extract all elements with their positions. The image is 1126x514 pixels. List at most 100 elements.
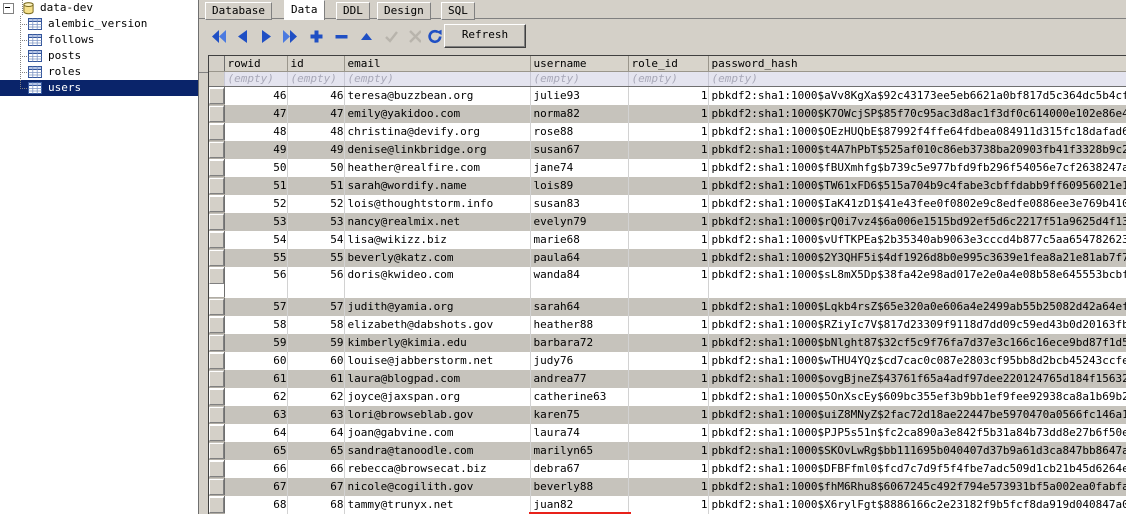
cell-username[interactable]: susan67: [530, 140, 629, 159]
cell-role_id[interactable]: 1: [628, 297, 709, 316]
row-selector-cell[interactable]: [209, 333, 225, 352]
tab-ddl[interactable]: DDL: [336, 2, 370, 20]
row-selector-cell[interactable]: [209, 212, 225, 231]
row-selector-cell[interactable]: [209, 351, 225, 370]
table-row[interactable]: 60 60 louise@jabberstorm.net judy76 1 pbkdf2:…: [209, 351, 1126, 370]
cell-username[interactable]: karen75: [530, 405, 629, 424]
cell-username[interactable]: catherine63: [530, 387, 629, 406]
grid-header-rowid[interactable]: rowid: [224, 56, 288, 72]
table-row[interactable]: 53 53 nancy@realmix.net evelyn79 1 pbkdf2:sha…: [209, 212, 1126, 231]
cell-id[interactable]: 48: [287, 122, 345, 141]
row-marker[interactable]: [209, 106, 223, 122]
row-selector-cell[interactable]: [209, 477, 225, 496]
cell-email[interactable]: doris@kwideo.com: [344, 266, 531, 298]
cell-username[interactable]: wanda84: [530, 266, 629, 298]
cell-password_hash[interactable]: pbkdf2:sha1:1000$t4A7hPbT$525af010c86eb3…: [708, 140, 1126, 159]
row-selector-cell[interactable]: [209, 230, 225, 249]
cell-role_id[interactable]: 1: [628, 140, 709, 159]
cell-email[interactable]: lori@browseblab.gov: [344, 405, 531, 424]
cell-email[interactable]: beverly@katz.com: [344, 248, 531, 267]
grid-header[interactable]: rowid id email username role_id password_hash…: [209, 56, 1126, 87]
cell-password_hash[interactable]: pbkdf2:sha1:1000$K7OWcjSP$85f70c95ac3d8a…: [708, 104, 1126, 123]
cell-id[interactable]: 51: [287, 176, 345, 195]
cell-password_hash[interactable]: pbkdf2:sha1:1000$OEzHUQbE$87992f4ffe64fd…: [708, 122, 1126, 141]
cell-password_hash[interactable]: pbkdf2:sha1:1000$DFBFfml0$fcd7c7d9f5f4fb…: [708, 459, 1126, 478]
cell-password_hash[interactable]: pbkdf2:sha1:1000$SKOvLwRg$bb111695b04040…: [708, 441, 1126, 460]
table-row[interactable]: 68 68 tammy@trunyx.net juan82 1 pbkdf2:sha1:1…: [209, 495, 1126, 514]
cell-role_id[interactable]: 1: [628, 194, 709, 213]
cell-id[interactable]: 50: [287, 158, 345, 177]
tree-item-follows[interactable]: follows: [0, 32, 198, 48]
grid-column-header-row[interactable]: rowid id email username role_id password_hash: [209, 56, 1126, 72]
cell-password_hash[interactable]: pbkdf2:sha1:1000$Lqkb4rsZ$65e320a0e606a4…: [708, 297, 1126, 316]
cell-rowid[interactable]: 55: [224, 248, 288, 267]
table-row[interactable]: 57 57 judith@yamia.org sarah64 1 pbkdf2:sha1:…: [209, 297, 1126, 316]
row-marker[interactable]: [209, 88, 223, 104]
row-marker[interactable]: [209, 214, 223, 230]
cell-role_id[interactable]: 1: [628, 369, 709, 388]
cell-role_id[interactable]: 1: [628, 351, 709, 370]
cell-password_hash[interactable]: pbkdf2:sha1:1000$IaK41zD1$41e43fee0f0802…: [708, 194, 1126, 213]
table-row[interactable]: 51 51 sarah@wordify.name lois89 1 pbkdf2:sha1…: [209, 176, 1126, 195]
row-selector-cell[interactable]: [209, 158, 225, 177]
cell-password_hash[interactable]: pbkdf2:sha1:1000$5OnXscEy$609bc355ef3b9b…: [708, 387, 1126, 406]
cell-email[interactable]: elizabeth@dabshots.gov: [344, 315, 531, 334]
cell-username[interactable]: lois89: [530, 176, 629, 195]
cell-email[interactable]: emily@yakidoo.com: [344, 104, 531, 123]
cell-username[interactable]: rose88: [530, 122, 629, 141]
cell-email[interactable]: kimberly@kimia.edu: [344, 333, 531, 352]
row-marker[interactable]: [209, 497, 223, 513]
cell-password_hash[interactable]: pbkdf2:sha1:1000$fBUXmhfg$b739c5e977bfd9…: [708, 158, 1126, 177]
cell-rowid[interactable]: 67: [224, 477, 288, 496]
row-marker[interactable]: [209, 142, 223, 158]
cell-id[interactable]: 58: [287, 315, 345, 334]
cell-email[interactable]: joyce@jaxspan.org: [344, 387, 531, 406]
cell-role_id[interactable]: 1: [628, 176, 709, 195]
grid-body[interactable]: 46 46 teresa@buzzbean.org julie93 1 pbkdf2:sh…: [209, 86, 1126, 514]
cell-id[interactable]: 46: [287, 86, 345, 105]
table-row[interactable]: 52 52 lois@thoughtstorm.info susan83 1 pbkdf2…: [209, 194, 1126, 213]
cell-password_hash[interactable]: pbkdf2:sha1:1000$RZiyIc7V$817d23309f9118…: [708, 315, 1126, 334]
tab-bar[interactable]: Database Data DDL Design SQL: [199, 0, 1126, 20]
cell-email[interactable]: heather@realfire.com: [344, 158, 531, 177]
row-selector-cell[interactable]: [209, 140, 225, 159]
cell-id[interactable]: 52: [287, 194, 345, 213]
cell-username[interactable]: beverly88: [530, 477, 629, 496]
cell-rowid[interactable]: 66: [224, 459, 288, 478]
tab-design[interactable]: Design: [377, 2, 431, 20]
table-row[interactable]: 55 55 beverly@katz.com paula64 1 pbkdf2:sha1:…: [209, 248, 1126, 267]
row-marker[interactable]: [209, 479, 223, 495]
cell-password_hash[interactable]: pbkdf2:sha1:1000$sL8mX5Dp$38fa42e98ad017…: [708, 266, 1126, 298]
table-row[interactable]: 61 61 laura@blogpad.com andrea77 1 pbkdf2:sha…: [209, 369, 1126, 388]
data-grid[interactable]: rowid id email username role_id password_hash…: [209, 56, 1126, 514]
cell-username[interactable]: jane74: [530, 158, 629, 177]
row-selector-cell[interactable]: [209, 122, 225, 141]
cell-rowid[interactable]: 53: [224, 212, 288, 231]
row-marker[interactable]: [209, 124, 223, 140]
cell-username[interactable]: paula64: [530, 248, 629, 267]
tree-item-users[interactable]: users: [0, 80, 198, 96]
cell-rowid[interactable]: 65: [224, 441, 288, 460]
cell-id[interactable]: 66: [287, 459, 345, 478]
table-row[interactable]: 47 47 emily@yakidoo.com norma82 1 pbkdf2:sha1…: [209, 104, 1126, 123]
cell-id[interactable]: 68: [287, 495, 345, 514]
row-selector-cell[interactable]: [209, 266, 225, 298]
cell-password_hash[interactable]: pbkdf2:sha1:1000$uiZ8MNyZ$2fac72d18ae224…: [708, 405, 1126, 424]
cell-id[interactable]: 67: [287, 477, 345, 496]
row-marker[interactable]: [209, 335, 223, 351]
grid-header-password_hash[interactable]: password_hash: [708, 56, 1126, 72]
refresh-button[interactable]: Refresh: [444, 24, 526, 48]
cell-username[interactable]: marie68: [530, 230, 629, 249]
cell-email[interactable]: sandra@tanoodle.com: [344, 441, 531, 460]
cell-username[interactable]: heather88: [530, 315, 629, 334]
database-tree-panel[interactable]: data-dev alembic_version follows posts role…: [0, 0, 199, 514]
row-selector-cell[interactable]: [209, 387, 225, 406]
cell-rowid[interactable]: 54: [224, 230, 288, 249]
cell-password_hash[interactable]: pbkdf2:sha1:1000$TW61xFD6$515a704b9c4fab…: [708, 176, 1126, 195]
cell-id[interactable]: 56: [287, 266, 345, 298]
cell-email[interactable]: judith@yamia.org: [344, 297, 531, 316]
cell-id[interactable]: 60: [287, 351, 345, 370]
cell-rowid[interactable]: 57: [224, 297, 288, 316]
data-grid-container[interactable]: rowid id email username role_id password_hash…: [208, 55, 1126, 514]
row-selector-cell[interactable]: [209, 194, 225, 213]
